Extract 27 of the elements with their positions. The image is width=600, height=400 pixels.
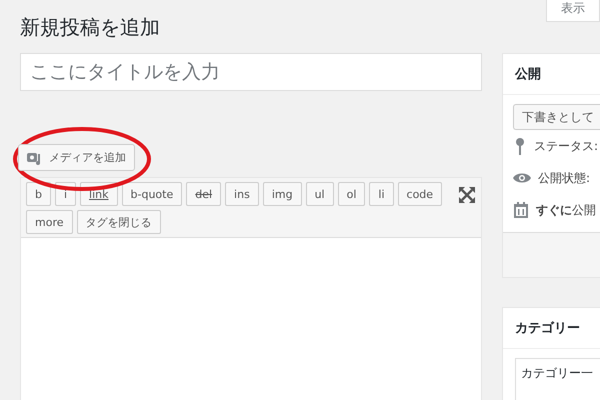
quicktag-button[interactable]: b-quote bbox=[122, 182, 182, 206]
panel-title: カテゴリー bbox=[503, 308, 600, 349]
quicktag-button[interactable]: b bbox=[26, 182, 51, 206]
camera-music-icon bbox=[27, 150, 43, 164]
title-field[interactable]: ここにタイトルを入力 bbox=[20, 53, 482, 91]
quicktag-button[interactable]: li bbox=[369, 182, 394, 206]
quicktag-button[interactable]: code bbox=[398, 182, 442, 206]
publish-setting: 公開状態: bbox=[538, 170, 590, 186]
quicktag-button[interactable]: img bbox=[262, 182, 302, 206]
pin-icon bbox=[513, 137, 527, 155]
fullscreen-icon[interactable] bbox=[459, 187, 475, 203]
quicktag-button[interactable]: ins bbox=[225, 182, 259, 206]
publish-setting: ステータス: bbox=[534, 138, 598, 154]
quicktag-button[interactable]: ol bbox=[338, 182, 366, 206]
page-title: 新規投稿を追加 bbox=[20, 14, 161, 41]
category-list-tab[interactable]: カテゴリー一 bbox=[515, 358, 600, 400]
publish-setting: すぐに公開 bbox=[536, 202, 596, 218]
panel-title: 公開 bbox=[503, 54, 600, 95]
add-media-button[interactable]: メディアを追加 bbox=[18, 144, 135, 171]
save-draft-button[interactable]: 下書きとして bbox=[513, 104, 600, 130]
quicktag-button[interactable]: more bbox=[26, 210, 72, 234]
quicktag-button[interactable]: del bbox=[186, 182, 222, 206]
quicktag-button[interactable]: ul bbox=[306, 182, 334, 206]
screen-options-tab[interactable]: 表示 bbox=[546, 0, 600, 22]
calendar-icon bbox=[513, 202, 529, 218]
quicktag-button[interactable]: タグを閉じる bbox=[76, 210, 160, 234]
eye-icon bbox=[513, 172, 531, 184]
